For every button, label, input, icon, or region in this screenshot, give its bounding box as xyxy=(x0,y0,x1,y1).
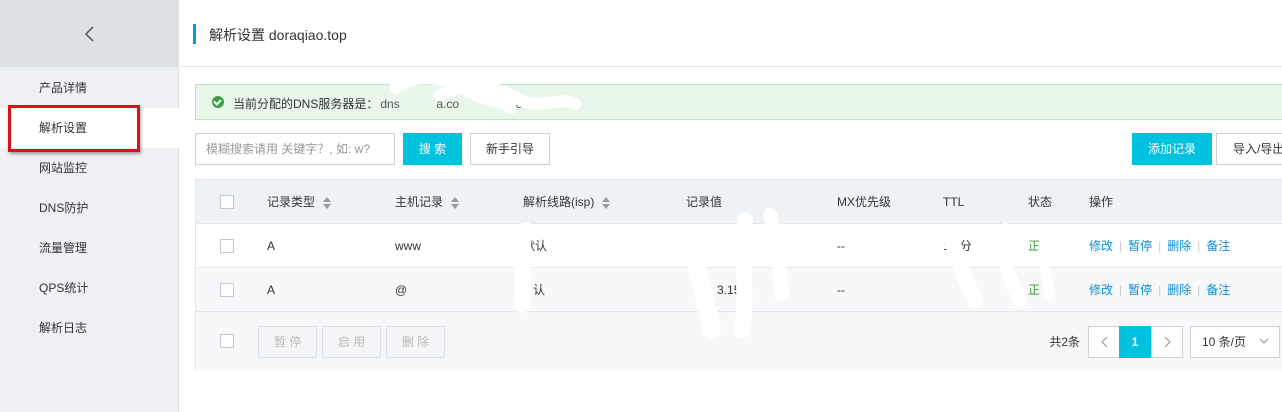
cell-actions: 修改 | 暂停 | 删除 | 备注 xyxy=(1089,239,1231,253)
header-accent-bar xyxy=(193,24,196,44)
column-host-label: 主机记录 xyxy=(395,195,444,209)
chevron-left-icon xyxy=(1100,336,1107,348)
column-header-actions: 操作 xyxy=(1089,195,1114,209)
delete-link[interactable]: 删除 xyxy=(1167,239,1191,253)
alert-text: 当前分配的DNS服务器是： dns a.co a.co xyxy=(233,95,528,112)
sidebar-item-dns-settings[interactable]: 解析设置 xyxy=(0,108,179,148)
alert-dns-value: dns a.co a.co xyxy=(380,97,529,111)
cell-host: @ xyxy=(395,283,408,297)
table-row: A @ 认 .9 3.15 -- 正 修改 | 暂停 | 删除 | 备注 xyxy=(196,268,1282,312)
cell-value: 35. xyxy=(682,239,699,253)
chevron-left-icon xyxy=(84,25,94,42)
sort-icon[interactable] xyxy=(323,196,332,209)
column-header-mx: MX优先级 xyxy=(837,195,892,209)
page-title: 解析设置 doraqiao.top xyxy=(209,27,347,43)
page-header: 解析设置 doraqiao.top xyxy=(180,0,1282,67)
add-record-button[interactable]: 添加记录 xyxy=(1132,133,1212,165)
column-header-line[interactable]: 解析线路(isp) xyxy=(523,180,611,224)
alert-label: 当前分配的DNS服务器是： xyxy=(233,97,379,111)
dns-server-alert: 当前分配的DNS服务器是： dns a.co a.co xyxy=(195,84,1282,120)
cell-status: 正 xyxy=(1028,239,1041,253)
note-link[interactable]: 备注 xyxy=(1206,283,1230,297)
table-header: 记录类型 主机记录 解析线路(isp) 记录值 MX优先级 TTL 状态 操作 xyxy=(196,180,1282,224)
records-table: 记录类型 主机记录 解析线路(isp) 记录值 MX优先级 TTL 状态 操作 … xyxy=(195,179,1282,370)
sidebar-item-dns-log[interactable]: 解析日志 xyxy=(0,308,179,348)
sidebar-item-product-detail[interactable]: 产品详情 xyxy=(0,68,179,108)
edit-link[interactable]: 修改 xyxy=(1089,239,1113,253)
sort-icon[interactable] xyxy=(602,196,611,209)
edit-link[interactable]: 修改 xyxy=(1089,283,1113,297)
row-checkbox[interactable] xyxy=(220,239,234,253)
check-circle-icon xyxy=(212,96,224,108)
table-row: A www 默认 35. -- 10 分 正 修改 | 暂停 | 删除 | 备注 xyxy=(196,224,1282,268)
back-button[interactable] xyxy=(0,0,179,67)
table-footer: 暂 停 启 用 删 除 共2条 1 10 条/页 xyxy=(196,312,1282,370)
import-export-button[interactable]: 导入/导出 xyxy=(1216,133,1282,165)
batch-delete-button[interactable]: 删 除 xyxy=(386,326,445,358)
prev-page-button[interactable] xyxy=(1088,326,1120,358)
chevron-right-icon xyxy=(1164,336,1171,348)
column-header-type[interactable]: 记录类型 xyxy=(267,180,332,224)
sidebar-item-dns-protection[interactable]: DNS防护 xyxy=(0,188,179,228)
column-header-status: 状态 xyxy=(1028,195,1053,209)
cell-mx: -- xyxy=(837,283,845,297)
page-size-value: 10 条/页 xyxy=(1202,335,1247,349)
chevron-down-icon xyxy=(1259,327,1269,370)
column-header-host[interactable]: 主机记录 xyxy=(395,180,460,224)
select-all-checkbox[interactable] xyxy=(220,195,234,209)
column-type-label: 记录类型 xyxy=(267,195,316,209)
sidebar: 产品详情 解析设置 网站监控 DNS防护 流量管理 QPS统计 解析日志 xyxy=(0,0,179,412)
cell-value: .9 3.15 xyxy=(697,283,741,297)
sidebar-item-traffic-management[interactable]: 流量管理 xyxy=(0,228,179,268)
cell-mx: -- xyxy=(837,239,845,253)
total-count: 共2条 xyxy=(1049,335,1080,349)
sidebar-item-site-monitor[interactable]: 网站监控 xyxy=(0,148,179,188)
pause-link[interactable]: 暂停 xyxy=(1128,283,1152,297)
sidebar-item-qps-stats[interactable]: QPS统计 xyxy=(0,268,179,308)
row-checkbox[interactable] xyxy=(220,283,234,297)
batch-pause-button[interactable]: 暂 停 xyxy=(258,326,317,358)
page-size-select[interactable]: 10 条/页 xyxy=(1190,326,1280,358)
cell-actions: 修改 | 暂停 | 删除 | 备注 xyxy=(1089,283,1231,297)
footer-select-all-checkbox[interactable] xyxy=(220,334,234,348)
batch-enable-button[interactable]: 启 用 xyxy=(322,326,381,358)
cell-host: www xyxy=(395,239,421,253)
cell-type: A xyxy=(267,283,276,297)
cell-line: 默认 xyxy=(523,239,548,253)
column-line-label: 解析线路(isp) xyxy=(523,195,595,209)
cell-type: A xyxy=(267,239,276,253)
cell-line: 认 xyxy=(533,283,546,297)
pause-link[interactable]: 暂停 xyxy=(1128,239,1152,253)
search-button[interactable]: 搜 索 xyxy=(403,133,462,165)
column-header-value: 记录值 xyxy=(686,195,723,209)
cell-ttl: 10 分 xyxy=(943,239,972,253)
next-page-button[interactable] xyxy=(1151,326,1183,358)
sort-icon[interactable] xyxy=(451,196,460,209)
note-link[interactable]: 备注 xyxy=(1206,239,1230,253)
page-1-button[interactable]: 1 xyxy=(1119,326,1151,358)
column-header-ttl: TTL xyxy=(943,195,965,209)
guide-button[interactable]: 新手引导 xyxy=(470,133,550,165)
delete-link[interactable]: 删除 xyxy=(1167,283,1191,297)
cell-status: 正 xyxy=(1028,283,1041,297)
search-input[interactable] xyxy=(195,133,395,165)
